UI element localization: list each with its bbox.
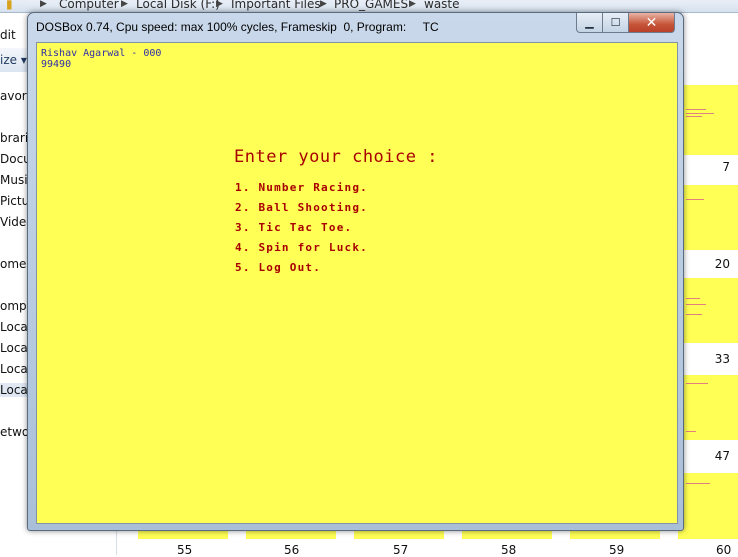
menu-edit[interactable]: dit <box>0 28 16 42</box>
menu-option-ball-shooting[interactable]: 2. Ball Shooting. <box>235 201 368 214</box>
dos-screen[interactable]: Rishav Agarwal - 000 99490 Enter your ch… <box>36 42 678 524</box>
chevron-right-icon[interactable]: ▶ <box>216 0 223 10</box>
file-thumbnail[interactable] <box>680 473 738 525</box>
organize-button[interactable]: ize ▾ <box>0 48 30 72</box>
sidebar-item-local-disk[interactable]: Local <box>0 383 31 397</box>
breadcrumb-item[interactable]: waste <box>424 0 460 10</box>
menu-option-spin-for-luck[interactable]: 4. Spin for Luck. <box>235 241 368 254</box>
menu-option-tic-tac-toe[interactable]: 3. Tic Tac Toe. <box>235 221 352 234</box>
sidebar-item-pictures[interactable]: Pictu <box>0 194 29 208</box>
menu-bar: dit <box>0 24 30 44</box>
breadcrumb-item[interactable]: Important Files <box>231 0 321 10</box>
thumbnail-number: 20 <box>714 257 730 271</box>
file-thumbnail[interactable] <box>680 278 738 343</box>
maximize-icon: ☐ <box>610 16 621 29</box>
thumbnail-number: 47 <box>714 449 730 463</box>
maximize-button[interactable]: ☐ <box>602 13 629 33</box>
user-label: Rishav Agarwal - 000 <box>41 48 162 59</box>
breadcrumb-item[interactable]: PRO_GAMES <box>334 0 408 10</box>
dosbox-window[interactable]: DOSBox 0.74, Cpu speed: max 100% cycles,… <box>27 12 684 531</box>
menu-option-log-out[interactable]: 5. Log Out. <box>235 261 321 274</box>
window-title: DOSBox 0.74, Cpu speed: max 100% cycles,… <box>36 20 439 34</box>
sidebar-item-music[interactable]: Musi <box>0 173 28 187</box>
chevron-right-icon[interactable]: ▶ <box>320 0 327 10</box>
choice-prompt: Enter your choice : <box>234 147 438 167</box>
chevron-right-icon[interactable]: ▶ <box>40 0 47 10</box>
breadcrumb-item[interactable]: Local Disk (F:) <box>136 0 220 10</box>
folder-icon: ▮ <box>6 0 13 11</box>
close-icon: ✕ <box>645 14 658 31</box>
file-thumbnail[interactable] <box>680 375 738 440</box>
thumbnail-number: 7 <box>722 160 730 174</box>
thumbnail-number: 33 <box>714 352 730 366</box>
menu-option-number-racing[interactable]: 1. Number Racing. <box>235 181 368 194</box>
close-button[interactable]: ✕ <box>628 13 675 33</box>
file-thumbnail[interactable] <box>680 185 738 250</box>
chevron-right-icon[interactable]: ▶ <box>409 0 416 10</box>
file-thumbnail[interactable] <box>678 522 738 539</box>
score-value: 99490 <box>41 59 72 70</box>
breadcrumb-item[interactable]: Computer <box>59 0 119 10</box>
navigation-pane: avorit brarie Docu Musi Pictu Videc omeg… <box>0 76 36 555</box>
minimize-button[interactable]: ▁ <box>576 13 603 33</box>
minimize-icon: ▁ <box>585 16 594 29</box>
chevron-right-icon[interactable]: ▶ <box>121 0 128 10</box>
file-thumbnail[interactable] <box>680 85 738 155</box>
